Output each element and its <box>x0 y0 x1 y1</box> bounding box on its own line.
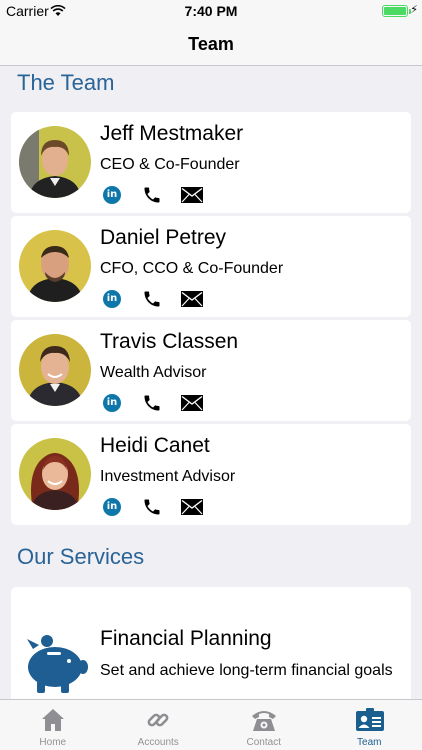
linkedin-icon[interactable]: in <box>100 288 124 310</box>
linkedin-icon[interactable]: in <box>100 496 124 518</box>
email-icon[interactable] <box>180 288 204 310</box>
tab-bar: Home Accounts Contact Team <box>0 699 422 750</box>
linkedin-icon[interactable]: in <box>100 184 124 206</box>
team-member-card[interactable]: Heidi Canet Investment Advisor in <box>11 424 411 525</box>
tab-label: Home <box>39 737 67 748</box>
team-member-card[interactable]: Daniel Petrey CFO, CCO & Co-Founder in <box>11 216 411 317</box>
email-icon[interactable] <box>180 392 204 414</box>
tab-label: Accounts <box>137 737 179 748</box>
member-role: Wealth Advisor <box>100 364 207 381</box>
team-member-card[interactable]: Travis Classen Wealth Advisor in <box>11 320 411 421</box>
linkedin-icon[interactable]: in <box>100 392 124 414</box>
avatar <box>19 334 91 406</box>
services-section-title: Our Services <box>17 544 145 569</box>
member-role: Investment Advisor <box>100 468 236 485</box>
home-icon <box>41 709 64 731</box>
telephone-icon <box>251 711 276 731</box>
contact-row: in <box>100 288 220 310</box>
content-scroll[interactable]: The Team Jeff Mestmaker CEO & Co-Founder… <box>0 66 422 699</box>
member-name: Travis Classen <box>100 330 239 353</box>
service-title: Financial Planning <box>100 627 272 650</box>
piggy-bank-icon <box>21 627 89 699</box>
status-bar: Carrier 7:40 PM ⚡ <box>0 0 422 22</box>
tab-label: Team <box>357 737 382 748</box>
tab-home[interactable]: Home <box>0 700 106 750</box>
charging-icon: ⚡ <box>410 4 418 16</box>
contact-row: in <box>100 184 220 206</box>
contact-row: in <box>100 392 220 414</box>
tab-accounts[interactable]: Accounts <box>106 700 212 750</box>
contact-card-icon <box>356 708 385 731</box>
member-role: CFO, CCO & Co-Founder <box>100 260 284 277</box>
avatar <box>19 126 91 198</box>
phone-icon[interactable] <box>140 496 164 518</box>
tab-team[interactable]: Team <box>317 700 422 750</box>
avatar <box>19 230 91 302</box>
avatar <box>19 438 91 510</box>
page-title: Team <box>188 34 234 54</box>
contact-row: in <box>100 496 220 518</box>
phone-icon[interactable] <box>140 184 164 206</box>
link-icon <box>147 713 169 727</box>
battery-icon <box>382 5 411 17</box>
tab-label: Contact <box>246 737 281 748</box>
team-section-title: The Team <box>17 70 115 95</box>
tab-contact[interactable]: Contact <box>211 700 317 750</box>
member-role: CEO & Co-Founder <box>100 156 240 173</box>
phone-icon[interactable] <box>140 288 164 310</box>
status-time: 7:40 PM <box>184 3 238 19</box>
email-icon[interactable] <box>180 184 204 206</box>
member-name: Heidi Canet <box>100 434 210 457</box>
team-member-card[interactable]: Jeff Mestmaker CEO & Co-Founder in <box>11 112 411 213</box>
service-card[interactable]: Financial Planning Set and achieve long-… <box>11 587 411 699</box>
phone-icon[interactable] <box>140 392 164 414</box>
member-name: Daniel Petrey <box>100 226 227 249</box>
navigation-bar: Team <box>0 22 422 66</box>
member-name: Jeff Mestmaker <box>100 122 244 145</box>
service-description: Set and achieve long-term financial goal… <box>100 662 393 679</box>
email-icon[interactable] <box>180 496 204 518</box>
